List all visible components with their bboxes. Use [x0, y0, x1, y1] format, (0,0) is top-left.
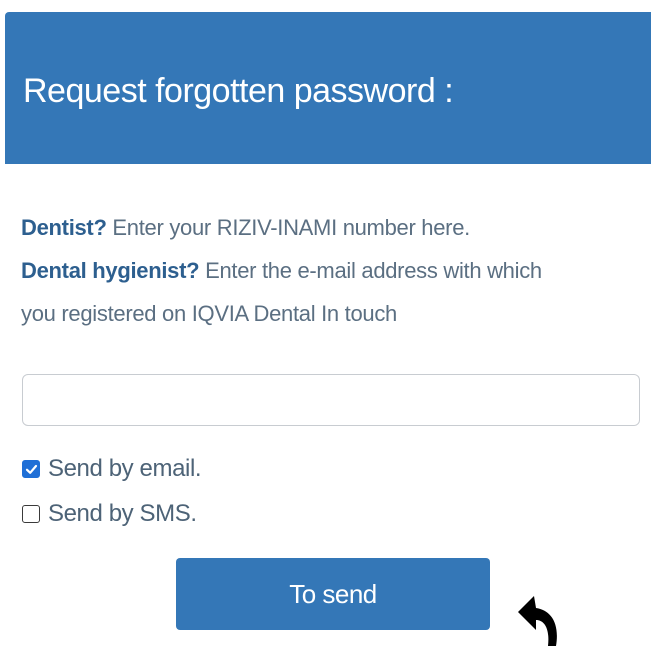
send-by-email-option[interactable]: Send by email.	[22, 455, 202, 483]
page-title: Request forgotten password :	[23, 72, 454, 110]
dentist-instruction: Dentist? Enter your RIZIV-INAMI number h…	[21, 206, 631, 249]
hygienist-instruction-continued: you registered on IQVIA Dental In touch	[21, 301, 397, 326]
password-reset-page: Request forgotten password : Dentist? En…	[0, 0, 651, 653]
sms-checkbox[interactable]	[22, 505, 40, 523]
send-button[interactable]: To send	[176, 558, 490, 630]
instructions: Dentist? Enter your RIZIV-INAMI number h…	[21, 206, 631, 335]
email-option-label: Send by email.	[48, 455, 202, 482]
send-by-sms-option[interactable]: Send by SMS.	[22, 500, 197, 528]
hygienist-label: Dental hygienist?	[21, 258, 200, 283]
checkmark-icon	[25, 464, 37, 474]
email-checkbox[interactable]	[22, 460, 40, 478]
dentist-label: Dentist?	[21, 215, 107, 240]
header-banner: Request forgotten password :	[5, 12, 651, 164]
hygienist-text: Enter the e-mail address with which	[199, 258, 542, 283]
sms-option-label: Send by SMS.	[48, 500, 197, 527]
dentist-text: Enter your RIZIV-INAMI number here.	[106, 215, 470, 240]
hygienist-instruction: Dental hygienist? Enter the e-mail addre…	[21, 249, 631, 292]
curved-arrow-icon	[518, 596, 557, 646]
identifier-input[interactable]	[22, 374, 640, 426]
send-button-label: To send	[289, 578, 377, 609]
